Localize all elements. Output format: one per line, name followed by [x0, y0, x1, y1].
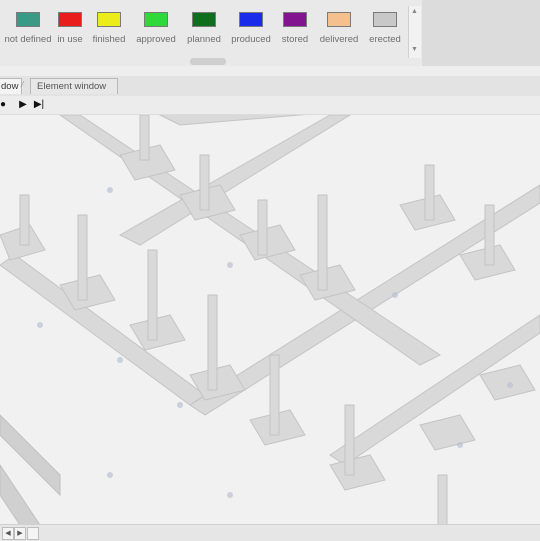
grid-marker [107, 472, 113, 478]
column [269, 354, 280, 436]
column [19, 194, 30, 246]
column [207, 294, 218, 391]
step-forward-icon[interactable]: ▶| [33, 98, 45, 112]
grid-marker [227, 492, 233, 498]
column [437, 474, 448, 525]
grid-marker [177, 402, 183, 408]
resize-grip[interactable] [190, 58, 226, 65]
scroll-thumb[interactable] [27, 527, 39, 540]
palette-background [422, 0, 540, 66]
tab-label: Element window [37, 81, 107, 92]
column [147, 249, 158, 341]
window-tabbar: dow ⁄ Element window [0, 76, 540, 97]
grid-marker [507, 382, 513, 388]
viewport-statusbar: ◀ ▶ [0, 524, 540, 541]
status-palette: not defined in use finished approved pla… [0, 0, 540, 66]
palette-scrollbar[interactable]: ▲ ▼ [408, 6, 421, 58]
grid-marker [117, 357, 123, 363]
swatch-not-defined [16, 12, 40, 27]
grid-marker [227, 262, 233, 268]
swatch-erected [373, 12, 397, 27]
footing [479, 364, 536, 401]
scroll-up-icon[interactable]: ▲ [411, 8, 418, 15]
structure-drawing [0, 115, 540, 525]
tab-label: dow [1, 81, 19, 92]
status-legend: not defined in use finished approved pla… [0, 0, 420, 58]
swatch-produced [239, 12, 263, 27]
column [484, 204, 495, 266]
swatch-stored [283, 12, 307, 27]
beam [0, 464, 41, 525]
column [199, 154, 210, 211]
footing [419, 414, 476, 451]
column [257, 199, 268, 256]
navigate-first-icon[interactable]: ◀ [2, 527, 14, 540]
grid-marker [457, 442, 463, 448]
tab-model-window[interactable]: dow [0, 78, 22, 94]
model-viewport[interactable] [0, 115, 540, 525]
beam [158, 115, 307, 126]
grid-marker [107, 187, 113, 193]
column [139, 115, 150, 161]
grid-marker [37, 322, 43, 328]
column [344, 404, 355, 476]
playback-toolbar: ● ▶ ▶| [0, 96, 540, 115]
column [77, 214, 88, 301]
scroll-down-icon[interactable]: ▼ [411, 46, 418, 53]
swatch-delivered [327, 12, 351, 27]
navigate-next-icon[interactable]: ▶ [14, 527, 26, 540]
grid-marker [392, 292, 398, 298]
record-icon[interactable]: ● [0, 98, 9, 112]
column [424, 164, 435, 221]
column [317, 194, 328, 291]
swatch-approved [144, 12, 168, 27]
play-icon[interactable]: ▶ [17, 98, 29, 112]
tab-separator-icon: ⁄ [22, 80, 24, 89]
swatch-planned [192, 12, 216, 27]
swatch-finished [97, 12, 121, 27]
tab-element-window[interactable]: Element window [30, 78, 118, 94]
